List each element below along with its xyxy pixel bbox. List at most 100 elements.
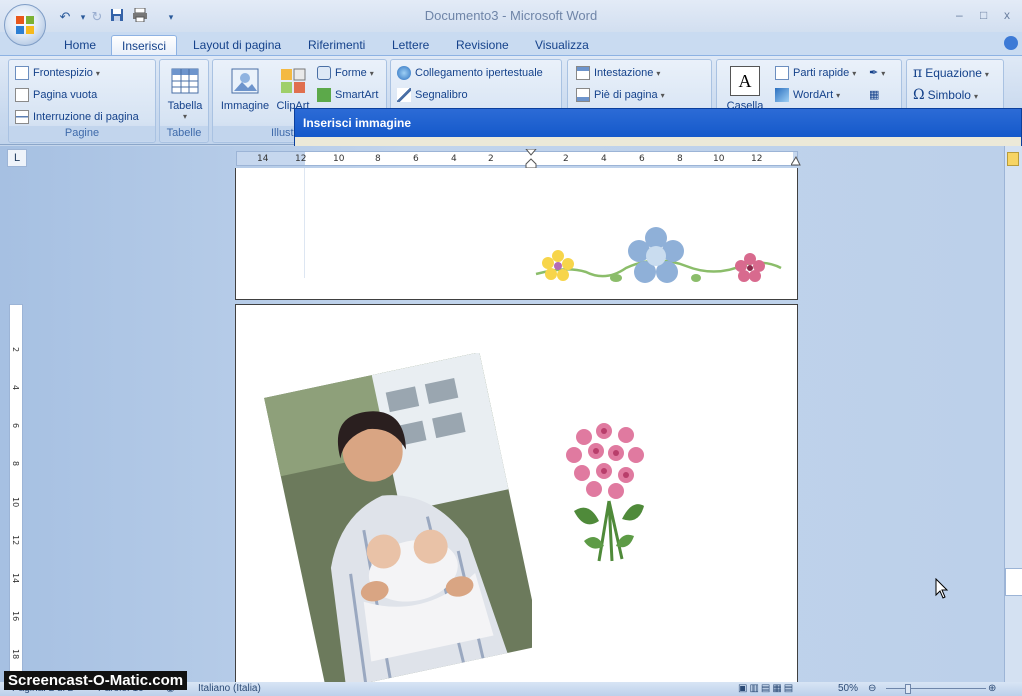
parti-rapide-button[interactable]: Parti rapide ▾ — [775, 63, 856, 83]
insert-picture-dialog: Inserisci immagine — [294, 108, 1022, 147]
bookmark-icon — [397, 88, 411, 103]
ruler-tick: 6 — [11, 423, 20, 429]
ruler-tick: 2 — [563, 154, 569, 164]
indent-marker-icon[interactable] — [525, 149, 537, 169]
tab-selector[interactable]: L — [7, 149, 27, 167]
side-panel-fragment — [1005, 568, 1022, 596]
ruler-tick: 6 — [639, 154, 645, 164]
office-button[interactable] — [4, 4, 46, 46]
ruler-tick: 2 — [488, 154, 494, 164]
window-title: Documento3 - Microsoft Word — [424, 8, 598, 23]
omega-icon: Ω — [913, 87, 925, 103]
ruler-tick: 2 — [11, 347, 20, 353]
segnalibro-button[interactable]: Segnalibro — [397, 85, 468, 105]
tab-home[interactable]: Home — [54, 35, 106, 56]
zoom-out-icon[interactable]: ⊖ — [868, 683, 876, 694]
intestazione-button[interactable]: Intestazione ▾ — [576, 63, 660, 83]
group-tabelle: Tabella ▾ Tabelle — [159, 59, 209, 143]
forme-button[interactable]: Forme ▾ — [317, 63, 374, 83]
group-label-tabelle: Tabelle — [160, 126, 208, 141]
blank-page-icon — [15, 88, 29, 103]
ruler-tick: 16 — [11, 611, 20, 622]
casella-button[interactable]: A Casella — [721, 66, 769, 112]
tab-revisione[interactable]: Revisione — [446, 35, 519, 56]
ruler-tick: 8 — [11, 461, 20, 467]
office-logo-icon — [16, 16, 34, 34]
ruler-tick: 10 — [11, 497, 20, 508]
margin-guide — [304, 168, 305, 278]
ruler-tick: 12 — [751, 154, 763, 164]
shapes-icon — [317, 66, 331, 81]
interruzione-pagina-button[interactable]: Interruzione di pagina — [15, 107, 139, 127]
dialog-title[interactable]: Inserisci immagine — [303, 116, 411, 130]
tab-inserisci[interactable]: Inserisci — [111, 35, 178, 56]
ruler-tick: 8 — [375, 154, 381, 164]
horizontal-ruler[interactable]: 14 12 10 8 6 4 2 2 4 6 8 10 12 — [236, 149, 801, 169]
date-time-icon[interactable]: ▦ — [869, 85, 879, 105]
flower-border-image[interactable] — [526, 216, 786, 292]
footer-icon — [576, 88, 590, 103]
frontespizio-button[interactable]: Frontespizio ▾ — [15, 63, 100, 83]
wordart-icon — [775, 88, 789, 103]
tab-lettere[interactable]: Lettere — [382, 35, 439, 56]
ruler-tick: 12 — [11, 535, 20, 546]
ruler-tick: 18 — [11, 649, 20, 660]
tabella-button[interactable]: Tabella ▾ — [165, 66, 205, 121]
ruler-tick: 4 — [601, 154, 607, 164]
rose-bouquet-image[interactable] — [554, 421, 664, 566]
pagina-vuota-button[interactable]: Pagina vuota — [15, 85, 97, 105]
ruler-tick: 10 — [713, 154, 725, 164]
tab-visualizza[interactable]: Visualizza — [525, 35, 599, 56]
tab-layout[interactable]: Layout di pagina — [183, 35, 291, 56]
cover-page-icon — [15, 66, 29, 81]
view-buttons-icon[interactable]: ▣▥▤▦▤ — [738, 683, 795, 694]
table-icon — [171, 68, 199, 94]
maximize-button[interactable]: □ — [980, 8, 987, 22]
smartart-button[interactable]: SmartArt — [317, 85, 378, 105]
zoom-in-icon[interactable]: ⊕ — [988, 683, 996, 694]
ruler-tick: 8 — [677, 154, 683, 164]
help-icon[interactable] — [1004, 36, 1018, 50]
tab-riferimenti[interactable]: Riferimenti — [298, 35, 375, 56]
right-scroll-strip[interactable] — [1004, 146, 1022, 682]
document-workspace: L 14 12 10 8 6 4 2 2 4 6 8 10 12 2 4 6 8… — [0, 146, 1022, 684]
clipart-button[interactable]: ClipArt — [273, 66, 313, 112]
ruler-tick: 12 — [295, 154, 307, 164]
page-break-icon — [15, 110, 29, 125]
mouse-pointer-icon — [935, 578, 949, 599]
equazione-button[interactable]: π Equazione ▾ — [913, 63, 989, 83]
title-bar: ↶ ▾ ↻ ▾ Documento3 - Microsoft Word – □ … — [0, 0, 1022, 46]
minimize-button[interactable]: – — [956, 8, 963, 22]
text-box-icon: A — [730, 66, 760, 96]
wordart-button[interactable]: WordArt ▾ — [775, 85, 840, 105]
zoom-level[interactable]: 50% — [838, 683, 858, 694]
clipart-icon — [281, 68, 306, 93]
task-pane-icon[interactable] — [1007, 152, 1019, 166]
language-indicator[interactable]: Italiano (Italia) — [198, 683, 261, 694]
pi-icon: π — [913, 65, 923, 81]
hyperlink-icon — [397, 66, 411, 81]
quick-parts-icon — [775, 66, 789, 81]
ribbon-tabs: Home Inserisci Layout di pagina Riferime… — [0, 32, 1022, 56]
ruler-tick: 10 — [333, 154, 345, 164]
page-1[interactable] — [235, 168, 798, 300]
picture-icon — [231, 68, 259, 94]
header-icon — [576, 66, 590, 81]
ruler-tick: 4 — [11, 385, 20, 391]
page-2[interactable] — [235, 304, 798, 684]
zoom-slider[interactable] — [886, 688, 986, 689]
signature-line-icon[interactable]: ✒ ▾ — [869, 63, 885, 83]
immagine-button[interactable]: Immagine — [217, 66, 273, 112]
pie-di-pagina-button[interactable]: Piè di pagina ▾ — [576, 85, 665, 105]
group-pagine: Frontespizio ▾ Pagina vuota Interruzione … — [8, 59, 156, 143]
collegamento-ipertestuale-button[interactable]: Collegamento ipertestuale — [397, 63, 543, 83]
simbolo-button[interactable]: Ω Simbolo ▾ — [913, 85, 978, 105]
right-indent-marker-icon[interactable] — [791, 154, 801, 166]
ruler-tick: 6 — [413, 154, 419, 164]
ruler-tick: 14 — [257, 154, 269, 164]
mother-babies-photo[interactable] — [262, 353, 532, 683]
vertical-ruler[interactable]: 2 4 6 8 10 12 14 16 18 — [9, 304, 23, 684]
ruler-tick: 4 — [451, 154, 457, 164]
zoom-slider-thumb[interactable] — [905, 684, 911, 694]
close-button[interactable]: x — [1004, 8, 1010, 22]
